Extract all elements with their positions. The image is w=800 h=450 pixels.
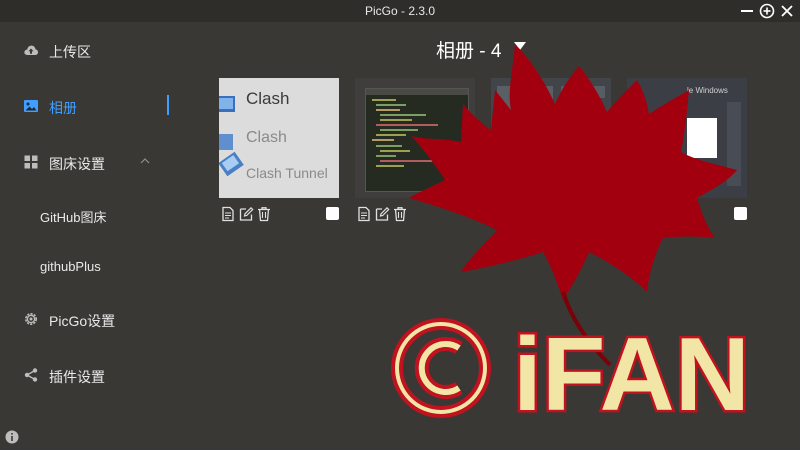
file-icon[interactable] [356, 206, 372, 222]
sidebar-item-label: PicGo设置 [49, 313, 116, 329]
chevron-up-icon [140, 158, 150, 164]
gear-icon [23, 311, 39, 327]
share-icon [23, 367, 39, 383]
code-preview [365, 88, 469, 192]
sidebar-item-gallery[interactable]: 相册 [0, 86, 200, 126]
caret-down-icon[interactable] [514, 42, 526, 51]
sidebar-item-picbed-settings[interactable]: 图床设置 [0, 142, 200, 182]
card-toolbar [356, 206, 408, 222]
sidebar-item-upload[interactable]: 上传区 [0, 30, 200, 70]
svg-text:iFAN: iFAN [513, 317, 750, 433]
card-toolbar [220, 206, 272, 222]
delete-icon[interactable] [256, 206, 272, 222]
sidebar-item-github[interactable]: GitHub图床 [0, 195, 200, 235]
plus-circle-icon [759, 3, 775, 19]
gallery-card[interactable]: Clash Clash Clash Tunnel [219, 78, 339, 198]
sidebar-item-label: GitHub图床 [40, 210, 107, 225]
watermark-copyright-text: iFAN [391, 315, 752, 436]
sidebar-item-label: 相册 [49, 100, 77, 116]
info-icon[interactable] [5, 430, 19, 444]
edit-icon[interactable] [374, 206, 390, 222]
minimize-button[interactable] [739, 3, 755, 19]
delete-icon[interactable] [392, 206, 408, 222]
edit-icon[interactable] [238, 206, 254, 222]
gallery-card[interactable] [491, 78, 611, 198]
sidebar-item-label: 图床设置 [49, 156, 105, 172]
sidebar-item-picgo-settings[interactable]: PicGo设置 [0, 299, 200, 339]
cloud-upload-icon [23, 42, 39, 58]
gallery-card[interactable] [355, 78, 475, 198]
gallery-title: 相册 - 4 [436, 41, 502, 62]
file-icon[interactable] [220, 206, 236, 222]
sidebar: 上传区 相册 图床设置 GitHub图床 githubPlus PicGo设置 … [0, 22, 200, 450]
select-checkbox[interactable] [326, 207, 339, 220]
clash-app-icon [219, 96, 244, 177]
close-icon [781, 5, 793, 17]
sidebar-item-plugin-settings[interactable]: 插件设置 [0, 355, 200, 395]
window-title: PicGo - 2.3.0 [364, 4, 436, 18]
sidebar-item-label: githubPlus [40, 259, 101, 274]
card-text: Clash [246, 89, 290, 108]
sidebar-item-label: 上传区 [49, 44, 91, 60]
active-indicator [167, 95, 169, 115]
card-text: Clash [246, 129, 287, 146]
grid-icon [23, 154, 39, 170]
gallery-card[interactable]: le Windows [627, 78, 747, 198]
card-text: Clash Tunnel [246, 165, 328, 181]
select-checkbox[interactable] [734, 207, 747, 220]
close-button[interactable] [779, 3, 795, 19]
card-caption: le Windows [687, 86, 728, 95]
sidebar-item-label: 插件设置 [49, 369, 105, 385]
maximize-button[interactable] [759, 3, 775, 19]
minimize-icon [741, 10, 753, 12]
sidebar-item-githubplus[interactable]: githubPlus [0, 247, 200, 287]
title-bar: PicGo - 2.3.0 [0, 0, 800, 22]
image-icon [23, 98, 39, 114]
